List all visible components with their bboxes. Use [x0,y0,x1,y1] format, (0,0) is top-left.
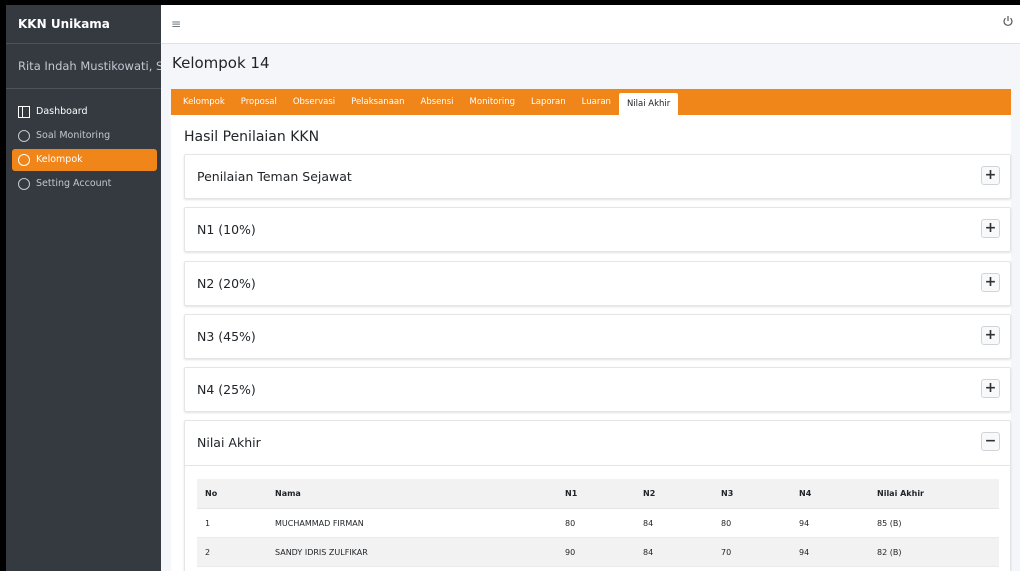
tab-observasi[interactable]: Observasi [285,89,343,115]
card-title: N3 (45%) [197,329,256,344]
sidebar-item-label: Soal Monitoring [36,130,111,141]
hamburger-menu-icon[interactable]: ≡ [171,17,181,31]
sidebar-item-label: Kelompok [36,154,83,165]
card-title: N2 (20%) [197,276,256,291]
col-n2: N2 [635,479,713,509]
cell-n1: 90 [557,537,635,567]
nilai-akhir-table: No Nama N1 N2 N3 N4 Nilai Akhir 1 MUCHAM… [197,479,999,567]
expand-button[interactable]: + [981,326,1000,345]
card-body: No Nama N1 N2 N3 N4 Nilai Akhir 1 MUCHAM… [185,465,1010,567]
tab-monitoring[interactable]: Monitoring [462,89,523,115]
top-navbar: ≡ [161,5,1020,44]
cell-n4: 94 [791,508,869,538]
tab-absensi[interactable]: Absensi [413,89,462,115]
user-name[interactable]: Rita Indah Mustikowati, S [6,44,161,89]
circle-icon [18,154,30,166]
card-nilai-akhir: Nilai Akhir − No Nama N1 N2 N3 N4 Nilai … [184,420,1011,571]
tab-bar: Kelompok Proposal Observasi Pelaksanaan … [171,89,1011,115]
sidebar-item-label: Dashboard [36,106,88,117]
expand-button[interactable]: + [981,219,1000,238]
sidebar-item-kelompok[interactable]: Kelompok [12,149,157,171]
card-penilaian-teman-sejawat: Penilaian Teman Sejawat + [184,154,1011,199]
sidebar-item-setting-account[interactable]: Setting Account [12,173,157,195]
sidebar-item-soal-monitoring[interactable]: Soal Monitoring [12,125,157,147]
col-no: No [197,479,267,509]
cell-nama: MUCHAMMAD FIRMAN [267,508,557,538]
expand-button[interactable]: + [981,379,1000,398]
col-n1: N1 [557,479,635,509]
table-row: 1 MUCHAMMAD FIRMAN 80 84 80 94 85 (B) [197,508,999,538]
cell-n1: 80 [557,508,635,538]
cell-n3: 70 [713,537,791,567]
cell-no: 2 [197,537,267,567]
cell-no: 1 [197,508,267,538]
main-content: Kelompok 14 Kelompok Proposal Observasi … [161,44,1020,571]
sidebar-item-label: Setting Account [36,178,112,189]
expand-button[interactable]: + [981,166,1000,185]
cell-n2: 84 [635,508,713,538]
cell-nilai-akhir: 85 (B) [869,508,999,538]
cell-nama: SANDY IDRIS ZULFIKAR [267,537,557,567]
brand-logo[interactable]: KKN Unikama [6,5,161,44]
collapse-button[interactable]: − [981,432,1000,451]
tab-laporan[interactable]: Laporan [523,89,574,115]
col-n4: N4 [791,479,869,509]
expand-button[interactable]: + [981,273,1000,292]
tab-kelompok[interactable]: Kelompok [175,89,233,115]
col-nilai-akhir: Nilai Akhir [869,479,999,509]
tab-nilai-akhir[interactable]: Nilai Akhir [618,93,679,115]
table-header-row: No Nama N1 N2 N3 N4 Nilai Akhir [197,479,999,509]
cell-n3: 80 [713,508,791,538]
circle-icon [18,130,30,142]
col-nama: Nama [267,479,557,509]
card-title: Nilai Akhir [197,435,261,450]
sidebar-item-dashboard[interactable]: Dashboard [12,101,157,123]
card-title: Penilaian Teman Sejawat [197,169,352,184]
sidebar: KKN Unikama Rita Indah Mustikowati, S Da… [6,5,161,571]
tab-pelaksanaan[interactable]: Pelaksanaan [343,89,412,115]
cell-n2: 84 [635,537,713,567]
power-icon[interactable] [1002,15,1014,27]
card-n1: N1 (10%) + [184,207,1011,252]
tab-panel: Hasil Penilaian KKN Penilaian Teman Seja… [171,115,1011,571]
card-title: N4 (25%) [197,382,256,397]
section-title: Hasil Penilaian KKN [184,129,320,145]
tab-luaran[interactable]: Luaran [574,89,619,115]
card-n3: N3 (45%) + [184,314,1011,359]
cell-n4: 94 [791,537,869,567]
circle-icon [18,178,30,190]
dashboard-icon [18,106,30,118]
card-title: N1 (10%) [197,222,256,237]
app-window: KKN Unikama Rita Indah Mustikowati, S Da… [6,5,1020,571]
cell-nilai-akhir: 82 (B) [869,537,999,567]
card-n4: N4 (25%) + [184,367,1011,412]
page-title: Kelompok 14 [172,54,270,72]
tab-proposal[interactable]: Proposal [233,89,285,115]
col-n3: N3 [713,479,791,509]
card-n2: N2 (20%) + [184,261,1011,306]
sidebar-nav: Dashboard Soal Monitoring Kelompok Setti… [6,89,161,195]
table-row: 2 SANDY IDRIS ZULFIKAR 90 84 70 94 82 (B… [197,537,999,567]
